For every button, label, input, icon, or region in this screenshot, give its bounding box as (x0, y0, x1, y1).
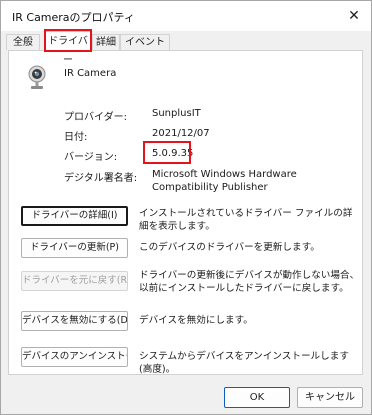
date-label: 日付: (64, 132, 88, 143)
update-driver-button[interactable]: ドライバーの更新(P) (21, 238, 128, 258)
date-value: 2021/12/07 (152, 128, 210, 139)
disable-device-button[interactable]: デバイスを無効にする(D) (21, 311, 128, 331)
tab-details[interactable]: 詳細 (92, 34, 120, 50)
close-button[interactable]: ✕ (337, 1, 371, 31)
rollback-driver-button[interactable]: ドライバーを元に戻す(R) (21, 271, 128, 291)
version-highlight (143, 141, 191, 164)
tab-events[interactable]: イベント (120, 34, 170, 50)
provider-value: SunplusIT (152, 108, 201, 119)
rollback-driver-description: ドライバーの更新後にデバイスが動作しない場合、以前にインストールしたドライバーに… (139, 270, 360, 294)
window-title: IR Cameraのプロパティ (12, 11, 135, 24)
version-label: バージョン: (64, 152, 118, 163)
close-icon: ✕ (348, 8, 360, 24)
cancel-button[interactable]: キャンセル (297, 387, 363, 408)
uninstall-device-button[interactable]: デバイスのアンインストール(U) (21, 347, 128, 367)
title-bar: IR Cameraのプロパティ ✕ (1, 1, 371, 31)
driver-details-button[interactable]: ドライバーの詳細(I) (21, 206, 128, 226)
signer-value: Microsoft Windows Hardware Compatibility… (152, 169, 297, 193)
properties-dialog: IR Cameraのプロパティ ✕ 全般 ドライバー 詳細 イベント IR Ca… (0, 0, 372, 415)
webcam-icon (28, 65, 46, 89)
driver-panel: IR Camera プロバイダー: SunplusIT 日付: 2021/12/… (8, 50, 363, 375)
disable-device-description: デバイスを無効にします。 (139, 315, 253, 326)
ok-button[interactable]: OK (224, 387, 290, 408)
signer-label: デジタル署名者: (64, 173, 138, 184)
provider-label: プロバイダー: (64, 112, 127, 123)
driver-details-description: インストールされているドライバー ファイルの詳細を表示します。 (139, 208, 353, 232)
update-driver-description: このデバイスのドライバーを更新します。 (139, 242, 320, 253)
uninstall-device-description: システムからデバイスをアンインストールします (高度)。 (139, 351, 349, 375)
tab-general[interactable]: 全般 (6, 34, 40, 50)
driver-tab-highlight (44, 29, 92, 52)
